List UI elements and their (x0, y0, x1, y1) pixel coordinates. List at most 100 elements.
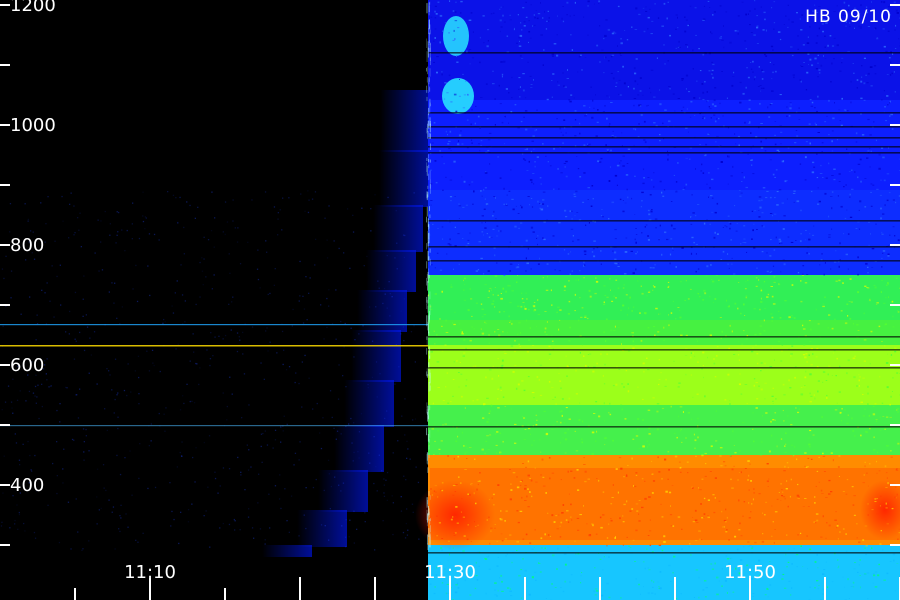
burst-texture-pixel (518, 77, 521, 79)
noise-pixel (386, 254, 388, 257)
burst-texture-pixel (633, 104, 635, 107)
burst-texture-pixel (635, 578, 637, 580)
burst-texture-pixel (540, 208, 544, 211)
burst-texture-pixel (541, 458, 544, 461)
onset-shimmer (426, 261, 428, 269)
burst-texture-pixel (808, 238, 811, 241)
burst-texture-pixel (787, 236, 790, 238)
burst-texture-pixel (880, 291, 882, 293)
noise-pixel (375, 466, 377, 468)
burst-texture-pixel (743, 176, 745, 179)
burst-texture-pixel (472, 203, 474, 205)
burst-texture-pixel (870, 205, 873, 207)
noise-pixel (119, 530, 121, 533)
noise-pixel (118, 211, 120, 214)
burst-texture-pixel (518, 343, 520, 345)
burst-texture-pixel (569, 210, 571, 213)
burst-texture-pixel (758, 216, 761, 218)
burst-texture-pixel (524, 487, 527, 490)
noise-pixel (378, 287, 380, 289)
burst-texture-pixel (538, 562, 540, 564)
burst-texture-pixel (453, 268, 454, 270)
burst-texture-pixel (819, 264, 821, 266)
burst-texture-pixel (895, 24, 897, 27)
burst-texture-pixel (517, 14, 519, 16)
noise-pixel (137, 541, 139, 543)
burst-texture-pixel (797, 534, 799, 536)
burst-texture-pixel (774, 121, 777, 122)
burst-texture-pixel (672, 572, 674, 574)
burst-texture-pixel (627, 465, 629, 466)
burst-texture-pixel (702, 116, 705, 118)
burst-texture-pixel (685, 334, 688, 336)
burst-texture-pixel (685, 74, 689, 77)
burst-texture-pixel (883, 302, 886, 304)
burst-texture-pixel (434, 5, 437, 7)
noise-pixel (238, 336, 240, 338)
burst-texture-pixel (731, 487, 734, 489)
burst-texture-pixel (583, 505, 584, 507)
burst-texture-pixel (583, 250, 587, 253)
burst-texture-pixel (853, 495, 856, 497)
noise-pixel (75, 394, 77, 396)
burst-texture-pixel (658, 587, 660, 589)
burst-texture-pixel (751, 210, 754, 212)
burst-texture-pixel (587, 199, 589, 200)
burst-texture-pixel (804, 282, 808, 284)
burst-texture-pixel (838, 173, 841, 175)
burst-texture-pixel (602, 569, 604, 571)
burst-texture-pixel (450, 518, 453, 521)
burst-texture-pixel (434, 28, 437, 30)
burst-texture-pixel (837, 195, 839, 197)
burst-texture-pixel (733, 71, 735, 74)
burst-texture-pixel (551, 514, 554, 517)
burst-texture-pixel (834, 409, 838, 411)
burst-texture-pixel (578, 55, 581, 58)
burst-texture-pixel (529, 37, 532, 39)
burst-texture-pixel (481, 448, 484, 451)
burst-texture-pixel (561, 17, 563, 20)
burst-texture-pixel (434, 17, 437, 19)
burst-texture-pixel (800, 300, 803, 303)
burst-texture-pixel (759, 454, 763, 456)
burst-texture-pixel (722, 526, 723, 528)
burst-texture-pixel (595, 277, 597, 279)
burst-texture-pixel (718, 279, 720, 281)
onset-shimmer (426, 243, 428, 250)
burst-texture-pixel (462, 550, 465, 552)
burst-texture-pixel (821, 416, 824, 418)
burst-texture-pixel (518, 227, 521, 229)
burst-texture-pixel (510, 483, 512, 485)
burst-texture-pixel (894, 590, 896, 592)
burst-texture-pixel (860, 401, 863, 403)
burst-texture-pixel (612, 31, 615, 33)
onset-shimmer (426, 85, 427, 93)
noise-pixel (214, 217, 216, 219)
burst-texture-pixel (606, 95, 609, 97)
burst-texture-pixel (890, 456, 893, 458)
y-tick-label-1000: 1000 (10, 115, 56, 136)
burst-texture-pixel (679, 316, 682, 319)
noise-pixel (260, 445, 262, 448)
noise-pixel (116, 394, 118, 396)
burst-texture-pixel (533, 546, 535, 548)
noise-pixel (175, 348, 177, 350)
burst-texture-pixel (831, 375, 833, 376)
burst-texture-pixel (535, 10, 537, 12)
burst-texture-pixel (657, 331, 660, 333)
burst-texture-pixel (550, 289, 552, 292)
burst-texture-pixel (435, 182, 438, 184)
burst-texture-pixel (716, 346, 719, 348)
burst-texture-pixel (770, 103, 773, 105)
burst-texture-pixel (461, 51, 463, 52)
burst-texture-pixel (661, 191, 663, 194)
noise-pixel (367, 386, 369, 389)
burst-texture-pixel (667, 281, 670, 283)
noise-pixel (386, 410, 388, 412)
burst-texture-pixel (460, 511, 462, 513)
noise-pixel (144, 228, 146, 230)
noise-pixel (364, 512, 366, 514)
burst-texture-pixel (625, 174, 629, 176)
noise-pixel (19, 464, 21, 466)
burst-texture-pixel (604, 437, 607, 440)
